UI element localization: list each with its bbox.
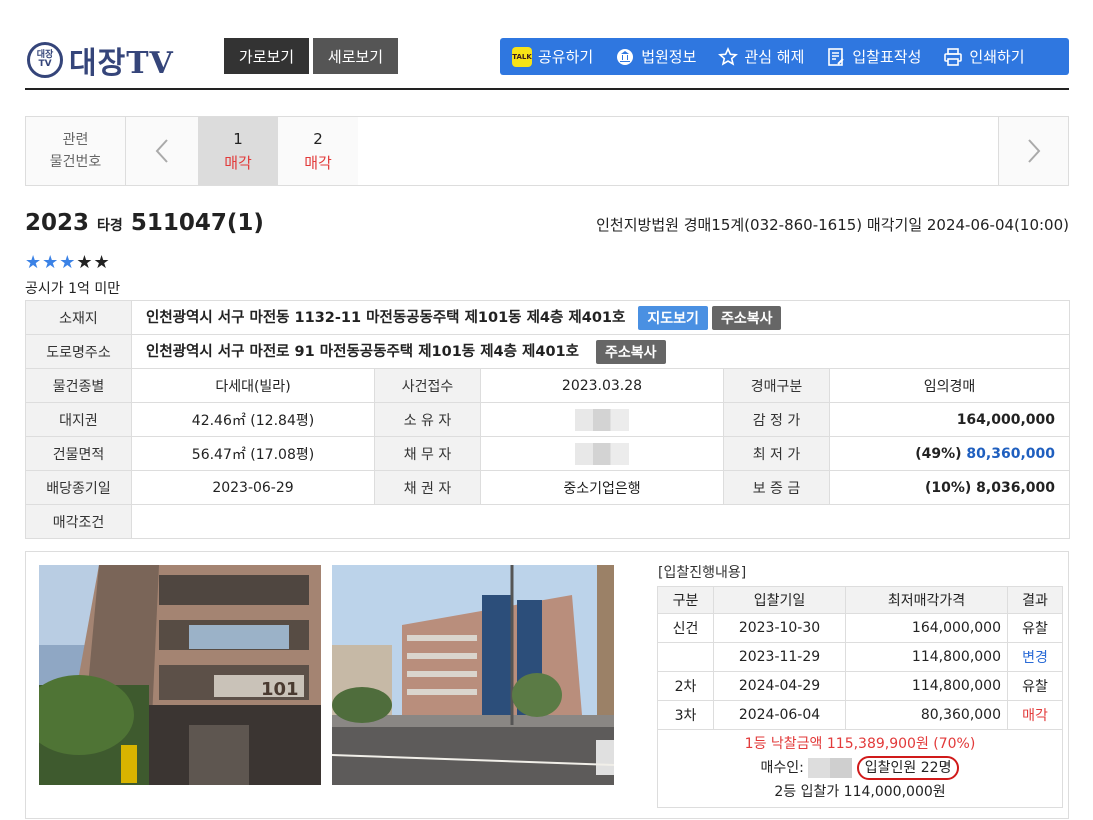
col-min-price: 최저매각가격 (845, 586, 1008, 614)
related-item-1[interactable]: 1 매각 (198, 117, 278, 185)
location-address: 인천광역시 서구 마전동 1132-11 마전동공동주택 제101동 제4층 제… (131, 300, 1070, 335)
min-price-value: (49%) 80,360,000 (829, 436, 1070, 471)
land-value: 42.46㎡ (12.84평) (131, 402, 375, 437)
related-items-bar: 관련 물건번호 1 매각 2 매각 (25, 116, 1069, 186)
kind-label: 물건종별 (25, 368, 132, 403)
header: 대장 TV 대장TV 가로보기 세로보기 TALK 공유하기 법원정보 관심 해… (25, 30, 1069, 90)
view-vertical-button[interactable]: 세로보기 (313, 38, 398, 74)
copy-road-address-button[interactable]: 주소복사 (596, 339, 666, 364)
court-icon (615, 47, 635, 67)
court-info-button[interactable]: 법원정보 (615, 46, 696, 67)
toolbar: TALK 공유하기 법원정보 관심 해제 입찰표작성 인쇄하기 (500, 38, 1069, 75)
property-info-table: 소재지 인천광역시 서구 마전동 1132-11 마전동공동주택 제101동 제… (25, 300, 1070, 539)
rating-stars: ★★★★★ (25, 252, 111, 273)
buyer-line: 매수인: 입찰인원 22명 (658, 756, 1062, 780)
land-label: 대지권 (25, 402, 132, 437)
bid-summary: 1등 낙찰금액 115,389,900원 (70%) 매수인: 입찰인원 22명… (657, 729, 1063, 808)
debtor-value (480, 436, 724, 471)
min-price-label: 최 저 가 (723, 436, 830, 471)
kind-value: 다세대(빌라) (131, 368, 375, 403)
related-items-label: 관련 물건번호 (26, 117, 126, 185)
second-bid-line: 2등 입찰가 114,000,000원 (774, 784, 946, 800)
bottom-panel: 101 [입찰진행내용] 구분 입찰기일 최저매각가격 결과 신건 2023-1… (25, 551, 1069, 819)
related-item-2[interactable]: 2 매각 (278, 117, 358, 185)
table-row: 3차 2024-06-04 80,360,000 매각 (657, 700, 1063, 730)
table-row: 2차 2024-04-29 114,800,000 유찰 (657, 671, 1063, 701)
share-button[interactable]: TALK 공유하기 (512, 46, 593, 67)
conditions-value (131, 504, 1070, 539)
property-photo-1[interactable]: 101 (39, 565, 321, 785)
print-button[interactable]: 인쇄하기 (943, 46, 1025, 67)
conditions-label: 매각조건 (25, 504, 132, 539)
auction-type-label: 경매구분 (723, 368, 830, 403)
building-value: 56.47㎡ (17.08평) (131, 436, 375, 471)
printer-icon (943, 47, 963, 67)
location-label: 소재지 (25, 300, 132, 335)
appraisal-label: 감 정 가 (723, 402, 830, 437)
dividend-value: 2023-06-29 (131, 470, 375, 505)
case-number: 2023 타경 511047(1) (25, 210, 264, 236)
owner-value (480, 402, 724, 437)
building-label: 건물면적 (25, 436, 132, 471)
redacted-block (575, 442, 629, 465)
form-icon (826, 47, 846, 67)
bidder-count: 입찰인원 22명 (856, 756, 960, 780)
logo[interactable]: 대장 TV 대장TV (27, 38, 174, 82)
appraisal-value: 164,000,000 (829, 402, 1070, 437)
court-info-line: 인천지방법원 경매15계(032-860-1615) 매각기일 2024-06-… (596, 216, 1069, 234)
filed-label: 사건접수 (374, 368, 481, 403)
filed-value: 2023.03.28 (480, 368, 724, 403)
table-row: 2023-11-29 114,800,000 변경 (657, 642, 1063, 672)
map-view-button[interactable]: 지도보기 (638, 305, 708, 330)
owner-label: 소 유 자 (374, 402, 481, 437)
redacted-block (575, 408, 629, 431)
copy-address-button[interactable]: 주소복사 (711, 305, 782, 330)
deposit-value: (10%) 8,036,000 (829, 470, 1070, 505)
star-outline-icon (718, 46, 739, 67)
dividend-label: 배당종기일 (25, 470, 132, 505)
price-note: 공시가 1억 미만 (25, 281, 121, 297)
road-address: 인천광역시 서구 마전로 91 마전동공동주택 제101동 제4층 제401호 … (131, 334, 1070, 369)
redacted-block (808, 758, 853, 778)
chevron-left-icon[interactable] (127, 117, 197, 185)
auction-type-value: 임의경매 (829, 368, 1070, 403)
view-horizontal-button[interactable]: 가로보기 (224, 38, 309, 74)
kakao-talk-icon: TALK (512, 46, 532, 67)
property-photo-2[interactable] (332, 565, 614, 785)
creditor-label: 채 권 자 (374, 470, 481, 505)
col-round: 구분 (657, 586, 714, 614)
creditor-value: 중소기업은행 (480, 470, 724, 505)
table-row: 신건 2023-10-30 164,000,000 유찰 (657, 613, 1063, 643)
unfavorite-button[interactable]: 관심 해제 (718, 46, 804, 67)
bid-form-button[interactable]: 입찰표작성 (826, 46, 921, 67)
svg-text:101: 101 (261, 679, 299, 700)
winning-bid-line: 1등 낙찰금액 115,389,900원 (70%) (744, 736, 976, 752)
bid-history-title: [입찰진행내용] (658, 565, 747, 581)
logo-mark-icon: 대장 TV (27, 42, 63, 78)
debtor-label: 채 무 자 (374, 436, 481, 471)
bid-history-table: 구분 입찰기일 최저매각가격 결과 신건 2023-10-30 164,000,… (657, 586, 1063, 808)
chevron-right-icon[interactable] (998, 117, 1068, 185)
road-address-label: 도로명주소 (25, 334, 132, 369)
deposit-label: 보 증 금 (723, 470, 830, 505)
col-result: 결과 (1007, 586, 1063, 614)
col-date: 입찰기일 (713, 586, 846, 614)
logo-text: 대장TV (69, 46, 174, 81)
